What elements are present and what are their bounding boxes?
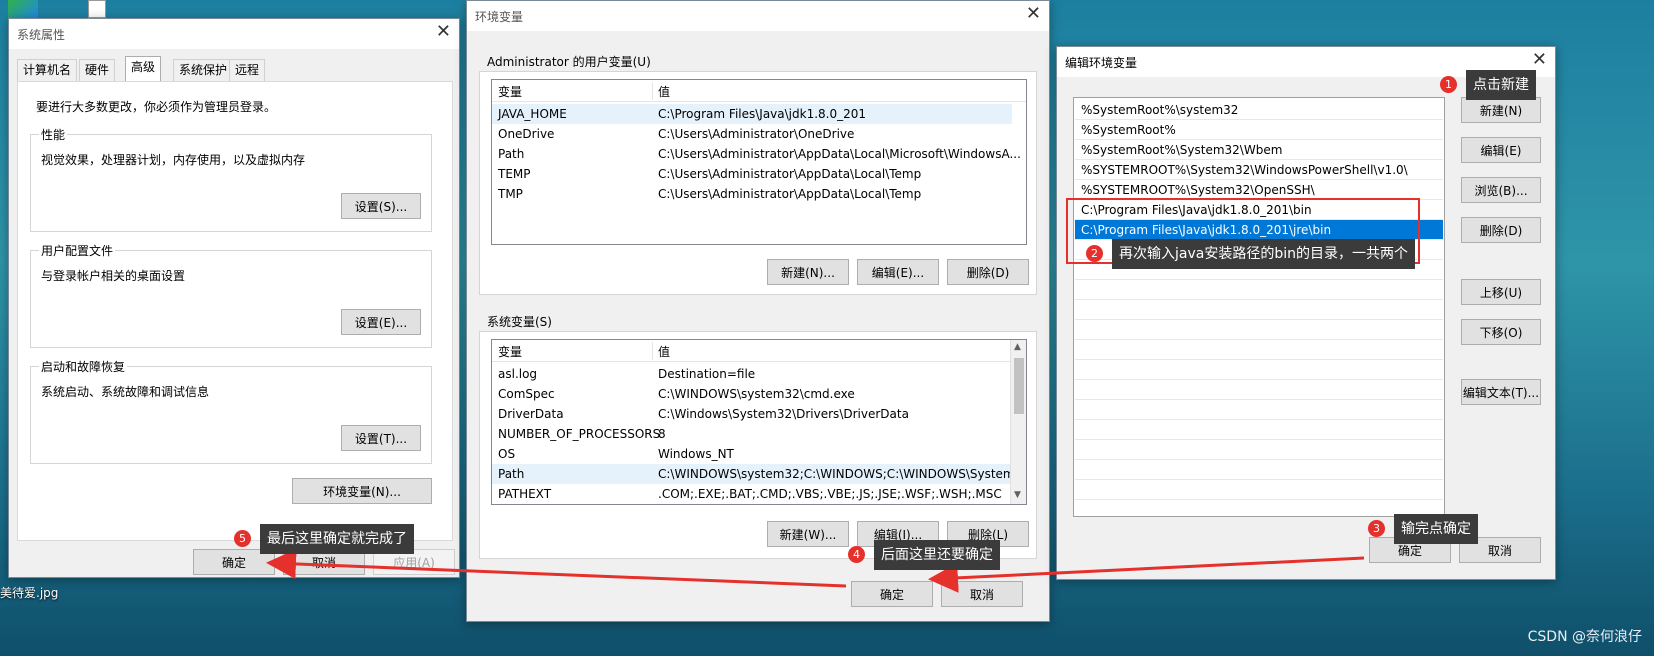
step-4-callout: 后面这里还要确定 (874, 540, 1000, 570)
arrow-to-sysprops-ok (266, 548, 847, 588)
step-3-badge: 3 (1368, 520, 1385, 537)
step-5-callout: 最后这里确定就完成了 (260, 524, 414, 554)
step-2-badge: 2 (1086, 245, 1103, 262)
step-1-badge: 1 (1440, 76, 1457, 93)
step-4-badge: 4 (848, 546, 865, 563)
step-5-badge: 5 (234, 530, 251, 547)
flow-arrows (266, 548, 1365, 593)
step-2-callout: 再次输入java安装路径的bin的目录，一共两个 (1112, 239, 1415, 269)
step-1-callout: 点击新建 (1466, 70, 1536, 100)
step-3-callout: 输完点确定 (1394, 514, 1478, 544)
